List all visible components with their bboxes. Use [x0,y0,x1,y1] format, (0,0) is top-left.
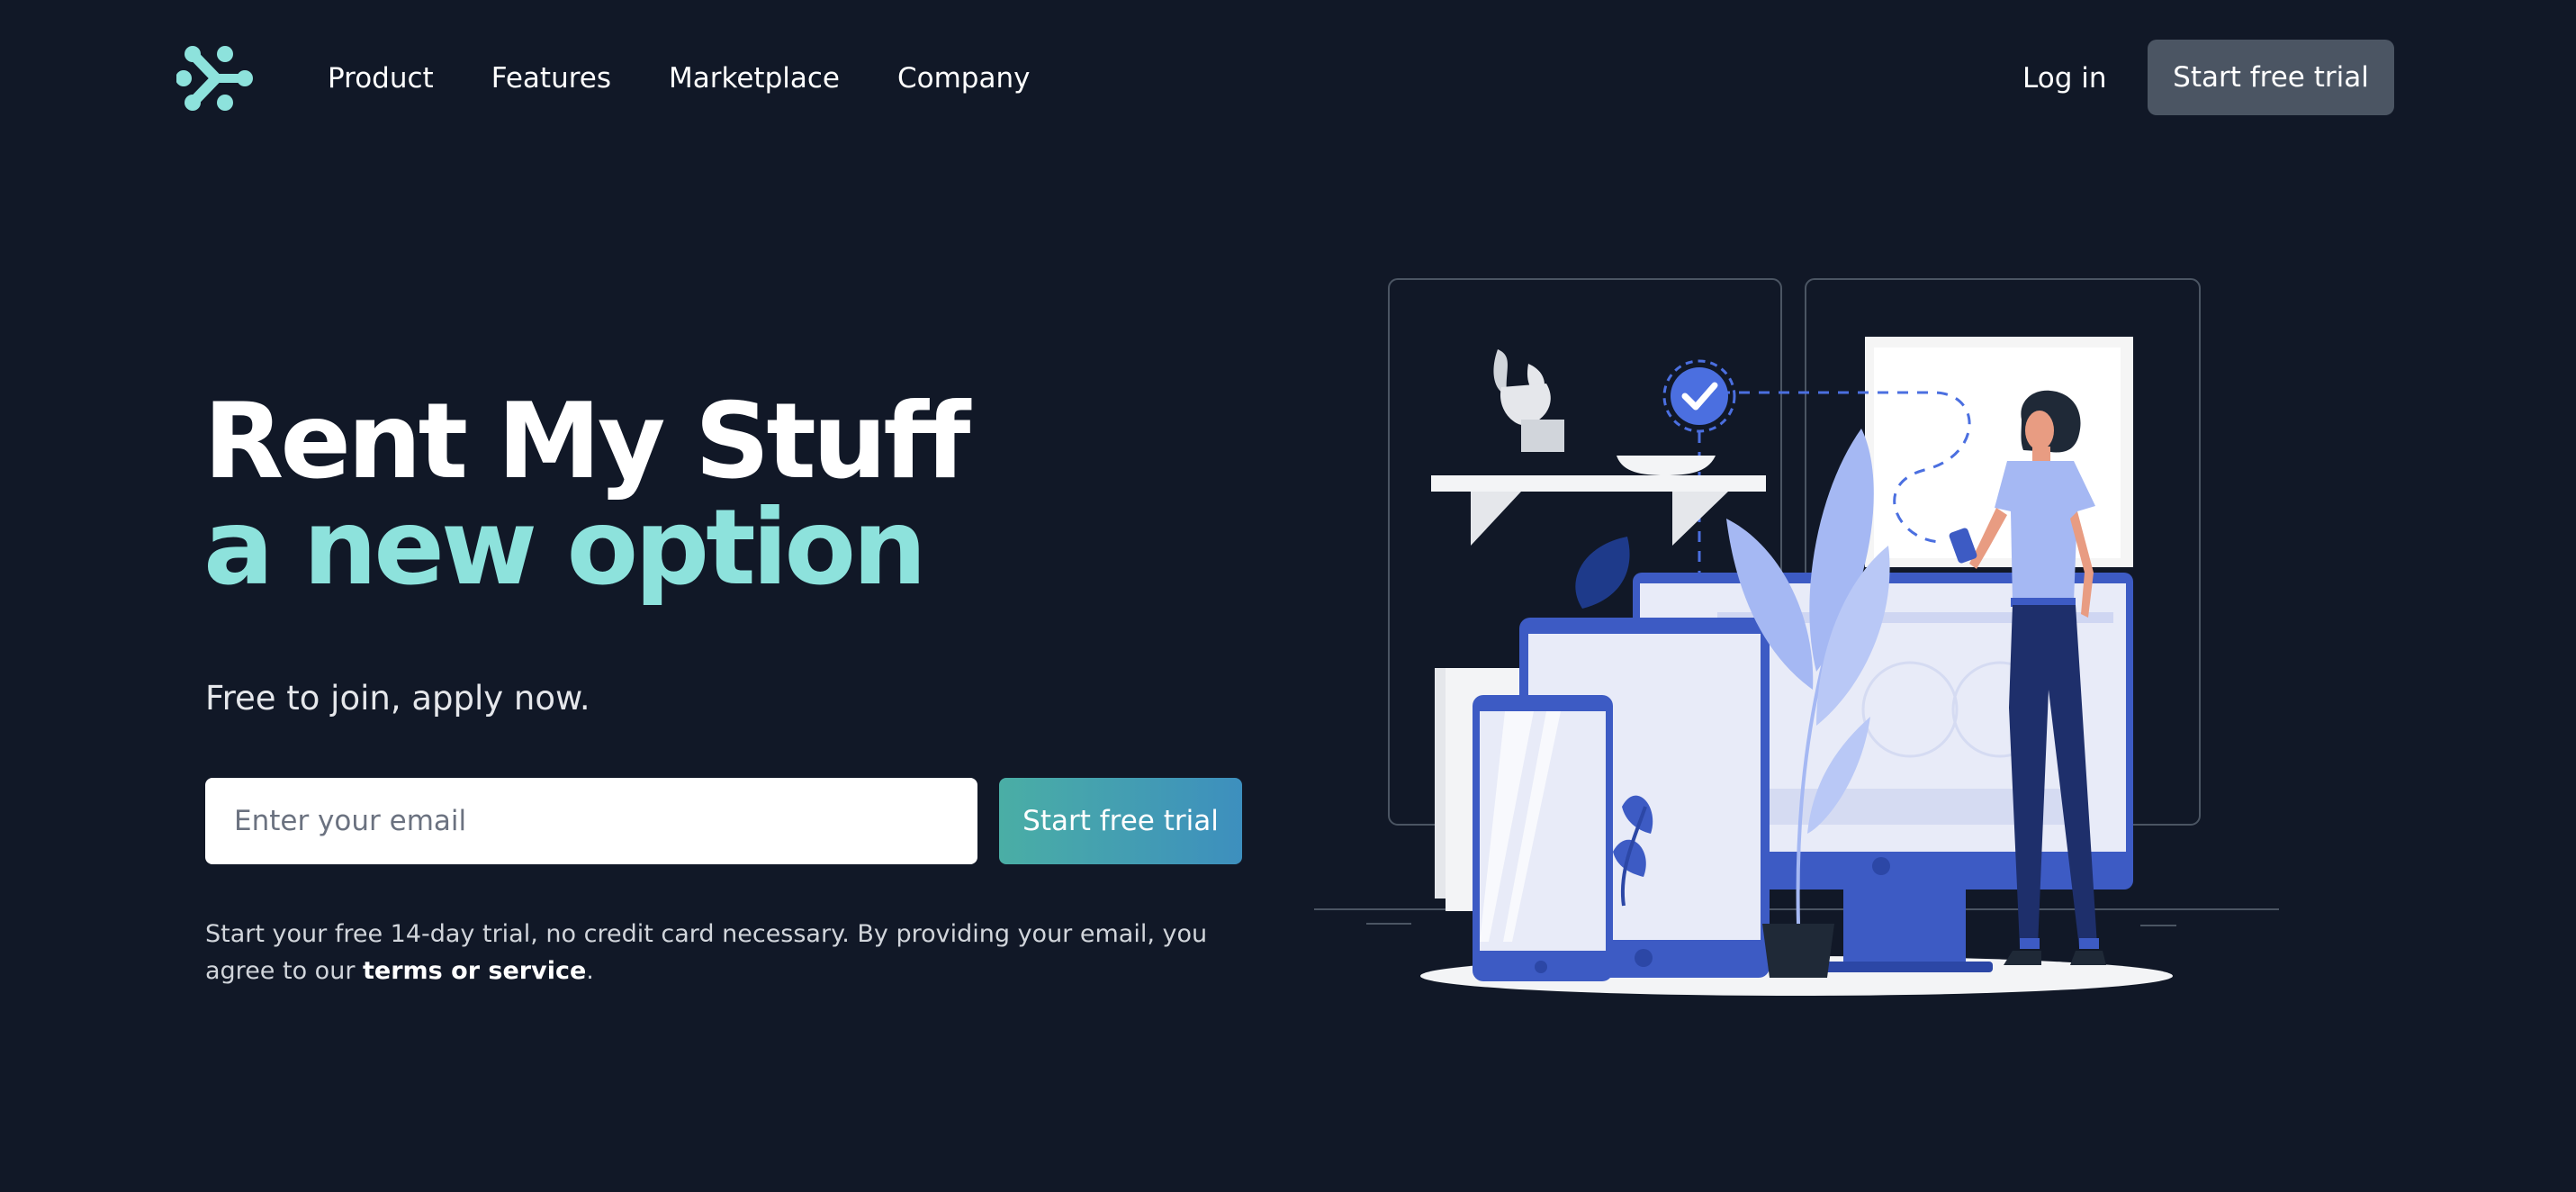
hero-start-trial-button[interactable]: Start free trial [999,778,1242,864]
wall-shelf [1431,475,1766,492]
nav-link-marketplace[interactable]: Marketplace [669,58,840,99]
nav-link-features[interactable]: Features [491,58,611,99]
login-link[interactable]: Log in [2022,58,2106,99]
primary-nav: Product Features Marketplace Company [328,58,1030,99]
checkmark-badge-icon [1662,359,1736,433]
top-navigation: Product Features Marketplace Company Log… [0,0,2576,157]
devices-with-woman-illustration [1312,275,2281,1003]
hero-title-line-2: a new option [203,487,927,609]
hero-title: Rent My Stuff a new option [203,381,970,609]
brand-logo-icon[interactable] [176,41,257,115]
trial-fine-print: Start your free 14-day trial, no credit … [205,916,1258,989]
nav-start-trial-button[interactable]: Start free trial [2148,40,2394,115]
fine-print-text: Start your free 14-day trial, no credit … [205,920,1208,985]
nav-link-product[interactable]: Product [328,58,434,99]
hero-subtitle: Free to join, apply now. [205,679,590,718]
fine-print-end: . [586,957,594,985]
nav-link-company[interactable]: Company [897,58,1030,99]
logo-graphic [176,46,253,111]
terms-link[interactable]: terms or service [363,957,586,985]
email-input[interactable] [205,778,977,864]
phone-device [1473,695,1613,981]
hero-title-line-1: Rent My Stuff [203,381,970,502]
illustration-graphic [1314,278,2279,996]
